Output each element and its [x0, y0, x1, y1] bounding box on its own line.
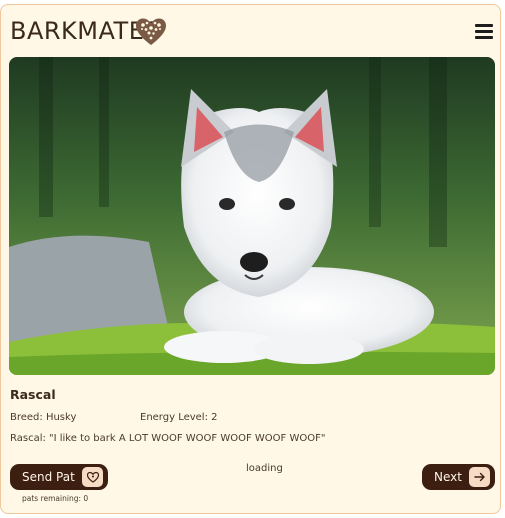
hamburger-menu-icon[interactable] — [475, 24, 493, 40]
dog-quote: Rascal: "I like to bark A LOT WOOF WOOF … — [10, 433, 326, 444]
profile-card: BARKMATES Rascal Breed: Husky Energy Lev… — [0, 4, 501, 514]
send-pat-button[interactable]: Send Pat — [10, 464, 108, 490]
arrow-right-icon — [469, 467, 490, 487]
heart-icon — [82, 467, 103, 487]
next-button[interactable]: Next — [422, 464, 495, 490]
app-header: BARKMATES — [10, 15, 493, 51]
breed-label: Breed: Husky — [10, 412, 77, 423]
energy-level-label: Energy Level: 2 — [140, 412, 218, 423]
dog-photo — [9, 57, 495, 375]
send-pat-label: Send Pat — [22, 470, 75, 484]
dog-name: Rascal — [10, 387, 56, 402]
heart-paws-icon — [136, 18, 166, 45]
pats-remaining: pats remaining: 0 — [22, 494, 89, 503]
loading-status: loading — [246, 463, 283, 474]
next-label: Next — [434, 470, 462, 484]
